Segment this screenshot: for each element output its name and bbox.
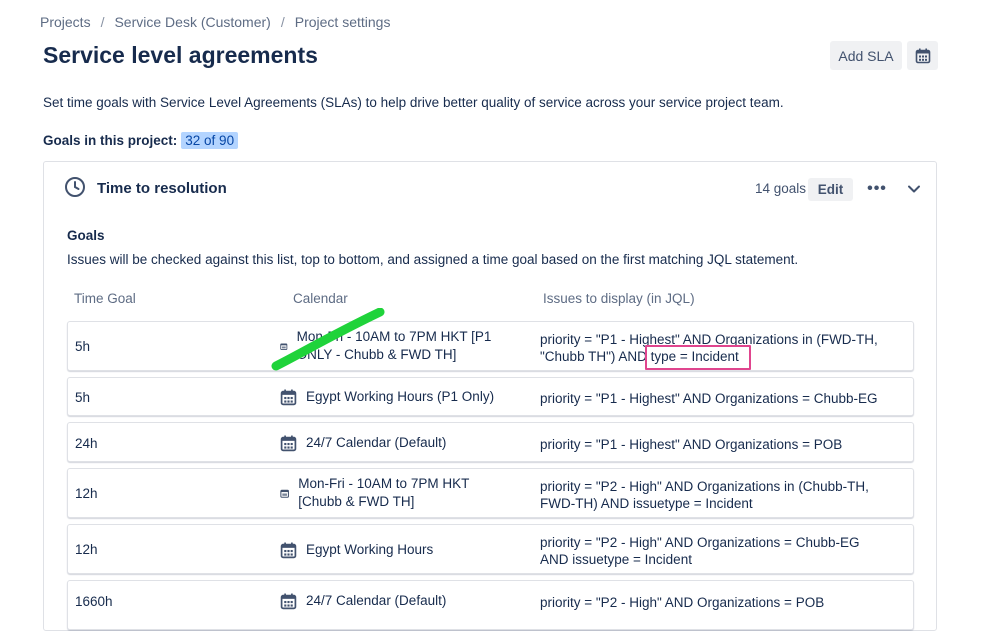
calendar-icon	[280, 389, 297, 405]
calendar-name: 24/7 Calendar (Default)	[306, 593, 447, 608]
jql-query: priority = "P1 - Highest" AND Organizati…	[540, 332, 878, 364]
jql-query: priority = "P2 - High" AND Organizations…	[540, 479, 869, 511]
time-goal: 1660h	[75, 594, 113, 609]
page-title: Service level agreements	[43, 42, 318, 68]
goal-row[interactable]: 12h Mon-Fri - 10AM to 7PM HKT [Chubb & F…	[67, 468, 914, 518]
goal-row[interactable]: 24h 24/7 Calendar (Default) priority = "…	[67, 422, 914, 462]
calendar-name: Egypt Working Hours	[306, 542, 434, 557]
goal-row[interactable]: 5h Mon-Fri - 10AM to 7PM HKT [P1 ONLY - …	[67, 321, 914, 371]
goal-row[interactable]: 1660h 24/7 Calendar (Default) priority =…	[67, 580, 914, 630]
jql-query: priority = "P1 - Highest" AND Organizati…	[540, 391, 878, 406]
calendar-cell: Egypt Working Hours (P1 Only)	[280, 388, 494, 406]
sla-goals-count: 14 goals	[755, 181, 807, 196]
breadcrumb-separator: /	[100, 14, 105, 30]
calendar-icon	[280, 489, 289, 498]
add-sla-button[interactable]: Add SLA	[830, 41, 902, 70]
calendar-name: Mon-Fri - 10AM to 7PM HKT [P1 ONLY - Chu…	[296, 329, 492, 362]
calendar-cell: Mon-Fri - 10AM to 7PM HKT [P1 ONLY - Chu…	[280, 328, 506, 364]
edit-sla-button[interactable]: Edit	[808, 178, 853, 201]
jql-query: priority = "P2 - High" AND Organizations…	[540, 535, 860, 567]
column-header-jql: Issues to display (in JQL)	[543, 291, 695, 306]
calendar-name: 24/7 Calendar (Default)	[306, 435, 447, 450]
page-description: Set time goals with Service Level Agreem…	[43, 95, 784, 110]
more-actions-icon[interactable]: •••	[865, 178, 889, 200]
goals-heading: Goals	[67, 228, 105, 243]
calendar-icon	[280, 593, 297, 609]
calendar-icon	[915, 48, 930, 63]
jql-query: priority = "P2 - High" AND Organizations…	[540, 595, 825, 610]
time-goal: 12h	[75, 542, 98, 557]
time-goal: 5h	[75, 390, 91, 405]
breadcrumb-project-settings[interactable]: Project settings	[295, 14, 391, 30]
calendar-icon	[280, 542, 297, 558]
clock-icon	[65, 177, 85, 197]
goal-row[interactable]: 5h Egypt Working Hours (P1 Only) priorit…	[67, 377, 914, 416]
calendar-name: Egypt Working Hours (P1 Only)	[306, 389, 495, 404]
chevron-down-icon[interactable]	[905, 180, 923, 198]
jql-query: priority = "P1 - Highest" AND Organizati…	[540, 437, 843, 452]
time-goal: 5h	[75, 339, 91, 354]
goal-row[interactable]: 12h Egypt Working Hours priority = "P2 -…	[67, 524, 914, 574]
breadcrumb-project[interactable]: Service Desk (Customer)	[114, 14, 270, 30]
calendar-cell: Mon-Fri - 10AM to 7PM HKT [Chubb & FWD T…	[280, 475, 506, 511]
calendar-name: Mon-Fri - 10AM to 7PM HKT [Chubb & FWD T…	[298, 476, 470, 509]
goals-count-badge: 32 of 90	[181, 132, 239, 149]
calendar-button[interactable]	[907, 41, 938, 70]
calendar-cell: 24/7 Calendar (Default)	[280, 592, 446, 610]
time-goal: 12h	[75, 486, 98, 501]
column-header-time-goal: Time Goal	[74, 291, 136, 306]
calendar-icon	[280, 435, 297, 451]
breadcrumb: Projects / Service Desk (Customer) / Pro…	[40, 14, 390, 30]
time-goal: 24h	[75, 436, 98, 451]
goals-in-project: Goals in this project: 32 of 90	[43, 132, 239, 149]
calendar-cell: Egypt Working Hours	[280, 541, 433, 559]
column-header-calendar: Calendar	[293, 291, 348, 306]
breadcrumb-projects[interactable]: Projects	[40, 14, 91, 30]
goals-description: Issues will be checked against this list…	[67, 252, 799, 267]
calendar-icon	[280, 342, 288, 350]
sla-title: Time to resolution	[97, 180, 227, 197]
breadcrumb-separator: /	[280, 14, 285, 30]
goals-in-project-label: Goals in this project:	[43, 133, 178, 148]
calendar-cell: 24/7 Calendar (Default)	[280, 434, 446, 452]
